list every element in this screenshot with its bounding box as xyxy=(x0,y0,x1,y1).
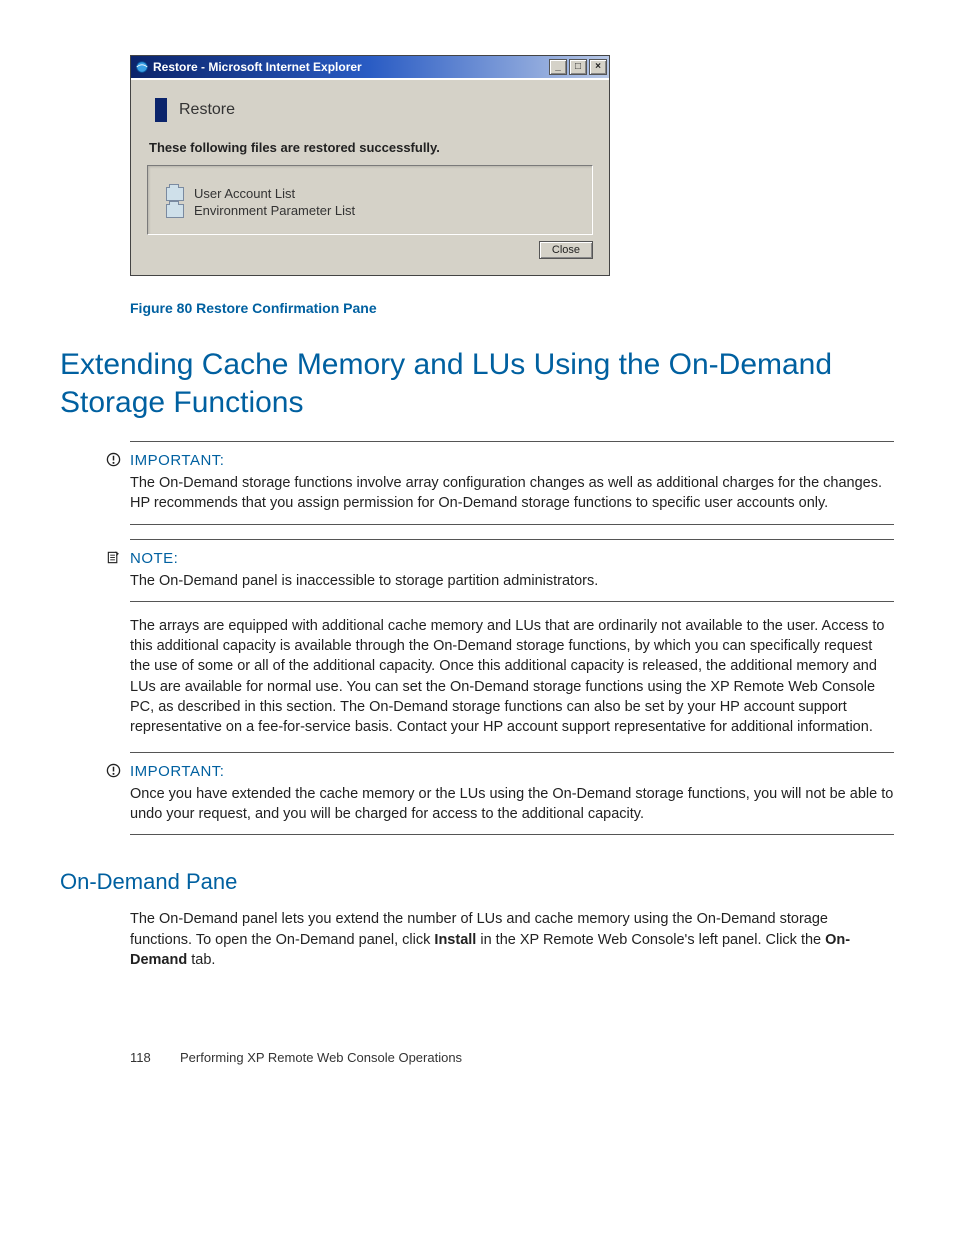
close-button[interactable]: Close xyxy=(539,241,593,259)
restore-dialog: Restore - Microsoft Internet Explorer _ … xyxy=(130,55,610,276)
list-item: Environment Parameter List xyxy=(166,203,582,218)
maximize-button[interactable]: □ xyxy=(569,59,587,75)
note-callout: NOTE: The On-Demand panel is inaccessibl… xyxy=(130,539,894,602)
important-callout: IMPORTANT: Once you have extended the ca… xyxy=(130,752,894,836)
subsection-heading: On-Demand Pane xyxy=(60,869,894,895)
ie-app-icon xyxy=(135,60,149,74)
important-icon xyxy=(106,763,121,778)
dialog-body: Restore These following files are restor… xyxy=(131,78,609,275)
page-footer: 118 Performing XP Remote Web Console Ope… xyxy=(130,1050,894,1065)
dialog-header-icon xyxy=(155,98,167,122)
callout-label: IMPORTANT: xyxy=(130,452,224,469)
running-title: Performing XP Remote Web Console Operati… xyxy=(180,1050,462,1065)
callout-label: IMPORTANT: xyxy=(130,763,224,780)
bold-text: Install xyxy=(434,932,476,948)
folder-icon xyxy=(166,204,184,218)
body-paragraph: The arrays are equipped with additional … xyxy=(130,616,894,738)
minimize-button[interactable]: _ xyxy=(549,59,567,75)
dialog-message: These following files are restored succe… xyxy=(149,140,591,155)
dialog-titlebar: Restore - Microsoft Internet Explorer _ … xyxy=(131,56,609,78)
callout-body: The On-Demand panel is inaccessible to s… xyxy=(130,571,894,591)
note-icon xyxy=(106,550,121,565)
dialog-header: Restore xyxy=(147,98,593,122)
dialog-title: Restore - Microsoft Internet Explorer xyxy=(153,60,362,74)
file-name: User Account List xyxy=(194,186,295,201)
callout-body: Once you have extended the cache memory … xyxy=(130,784,894,825)
important-callout: IMPORTANT: The On-Demand storage functio… xyxy=(130,441,894,525)
file-name: Environment Parameter List xyxy=(194,203,355,218)
folder-icon xyxy=(166,187,184,201)
restored-files-panel: User Account List Environment Parameter … xyxy=(147,165,593,235)
list-item: User Account List xyxy=(166,186,582,201)
figure-caption: Figure 80 Restore Confirmation Pane xyxy=(130,300,894,316)
dialog-heading: Restore xyxy=(179,101,235,119)
close-window-button[interactable]: × xyxy=(589,59,607,75)
page-number: 118 xyxy=(130,1050,160,1065)
section-heading: Extending Cache Memory and LUs Using the… xyxy=(60,346,894,421)
text-run: in the XP Remote Web Console's left pane… xyxy=(476,932,825,948)
important-icon xyxy=(106,452,121,467)
callout-body: The On-Demand storage functions involve … xyxy=(130,473,894,514)
body-paragraph: The On-Demand panel lets you extend the … xyxy=(130,909,894,970)
callout-label: NOTE: xyxy=(130,550,178,567)
text-run: tab. xyxy=(187,952,215,968)
